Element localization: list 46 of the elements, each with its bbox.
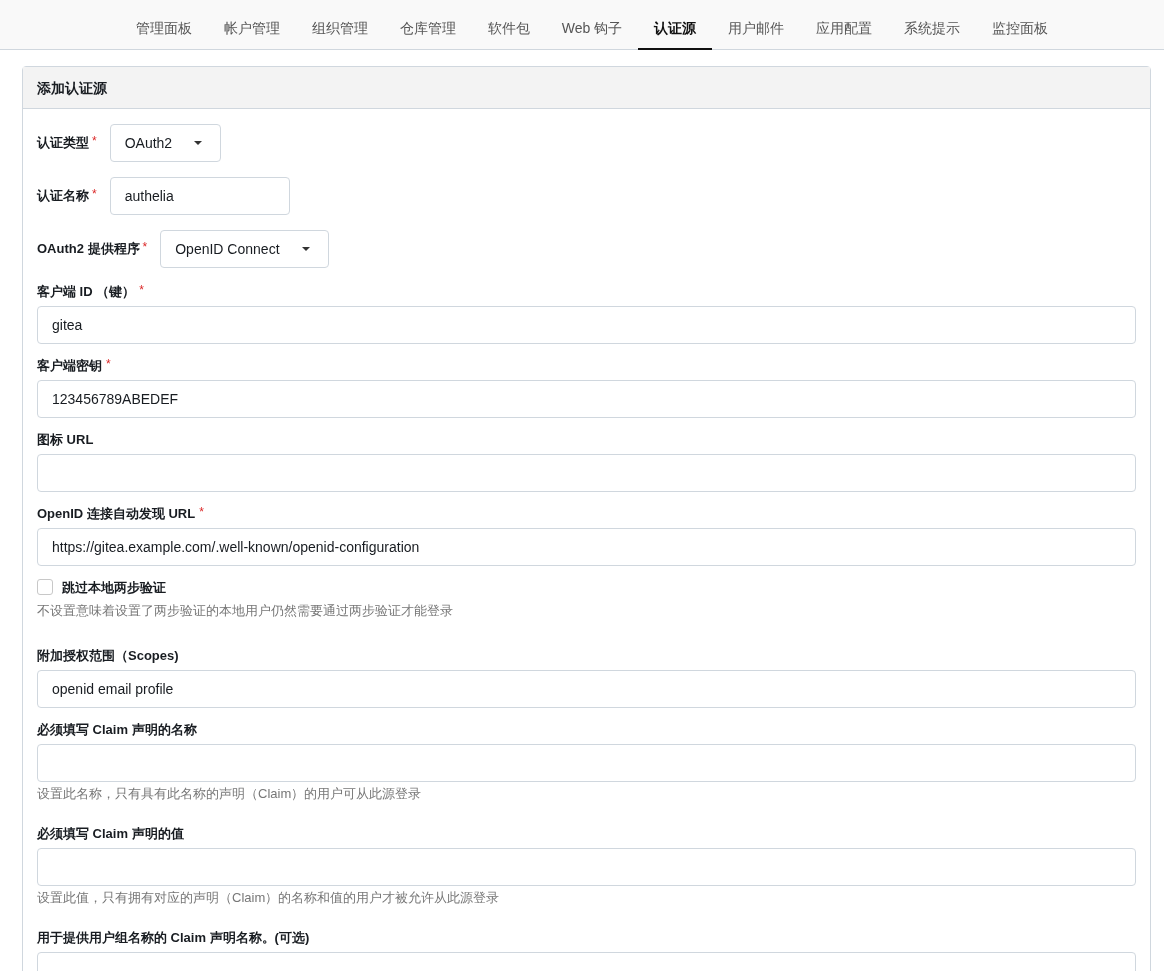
input-field[interactable] — [37, 848, 1136, 886]
input-field[interactable]: authelia — [109, 177, 290, 215]
field-label: OpenID 连接自动发现 URL — [37, 505, 196, 523]
field-label: 客户端密钥 — [37, 357, 102, 375]
nav-tab[interactable]: 仓库管理 — [383, 0, 472, 50]
required-mark: * — [92, 187, 97, 201]
field-label: 认证名称 — [37, 187, 89, 205]
caret-icon — [194, 141, 203, 145]
nav-tab[interactable]: 应用配置 — [800, 0, 889, 50]
help-text: 设置此名称，只有具有此名称的声明（Claim）的用户可从此源登录 — [37, 785, 423, 803]
nav-tab[interactable]: 监控面板 — [976, 0, 1065, 50]
field-label: OAuth2 提供程序 — [37, 240, 140, 258]
checkbox[interactable] — [37, 579, 53, 595]
checkbox-label: 跳过本地两步验证 — [62, 579, 166, 597]
nav-tab[interactable]: 系统提示 — [888, 0, 977, 50]
help-text: 设置此值，只有拥有对应的声明（Claim）的名称和值的用户才被允许从此源登录 — [37, 889, 501, 907]
required-mark: * — [139, 283, 144, 297]
help-text: 不设置意味着设置了两步验证的本地用户仍然需要通过两步验证才能登录 — [37, 602, 454, 620]
required-mark: * — [92, 134, 97, 148]
field-label: 用于提供用户组名称的 Claim 声明名称。(可选) — [37, 929, 310, 947]
nav-tab[interactable]: 用户邮件 — [712, 0, 801, 50]
required-mark: * — [142, 240, 148, 254]
input-field[interactable]: https://gitea.example.com/.well-known/openid-configuration — [37, 528, 1136, 566]
nav-tab[interactable]: 管理面板 — [119, 0, 208, 50]
dropdown[interactable]: OAuth2 — [109, 124, 222, 162]
field-label: 图标 URL — [37, 431, 94, 449]
input-field[interactable] — [37, 744, 1136, 782]
input-field[interactable]: openid email profile — [37, 670, 1136, 708]
nav-tab[interactable]: 帐户管理 — [207, 0, 296, 50]
required-mark: * — [106, 357, 111, 371]
nav-tab[interactable]: 软件包 — [471, 0, 546, 50]
caret-icon — [301, 247, 310, 251]
field-label: 客户端 ID （键） — [37, 283, 136, 301]
field-label: 附加授权范围（Scopes) — [37, 647, 179, 665]
field-label: 必须填写 Claim 声明的值 — [37, 825, 184, 843]
nav-tab[interactable]: 组织管理 — [295, 0, 384, 50]
dropdown[interactable]: OpenID Connect — [160, 230, 329, 268]
nav-tab[interactable]: 认证源 — [638, 0, 713, 50]
input-field[interactable] — [37, 454, 1136, 492]
field-label: 认证类型 — [37, 134, 89, 152]
card-header: 添加认证源 — [23, 67, 1150, 109]
nav-tab[interactable]: Web 钩子 — [545, 0, 639, 50]
field-label: 必须填写 Claim 声明的名称 — [37, 721, 197, 739]
required-mark: * — [199, 505, 204, 519]
input-field[interactable]: gitea — [37, 306, 1136, 344]
input-field[interactable]: 123456789ABEDEF — [37, 380, 1136, 418]
